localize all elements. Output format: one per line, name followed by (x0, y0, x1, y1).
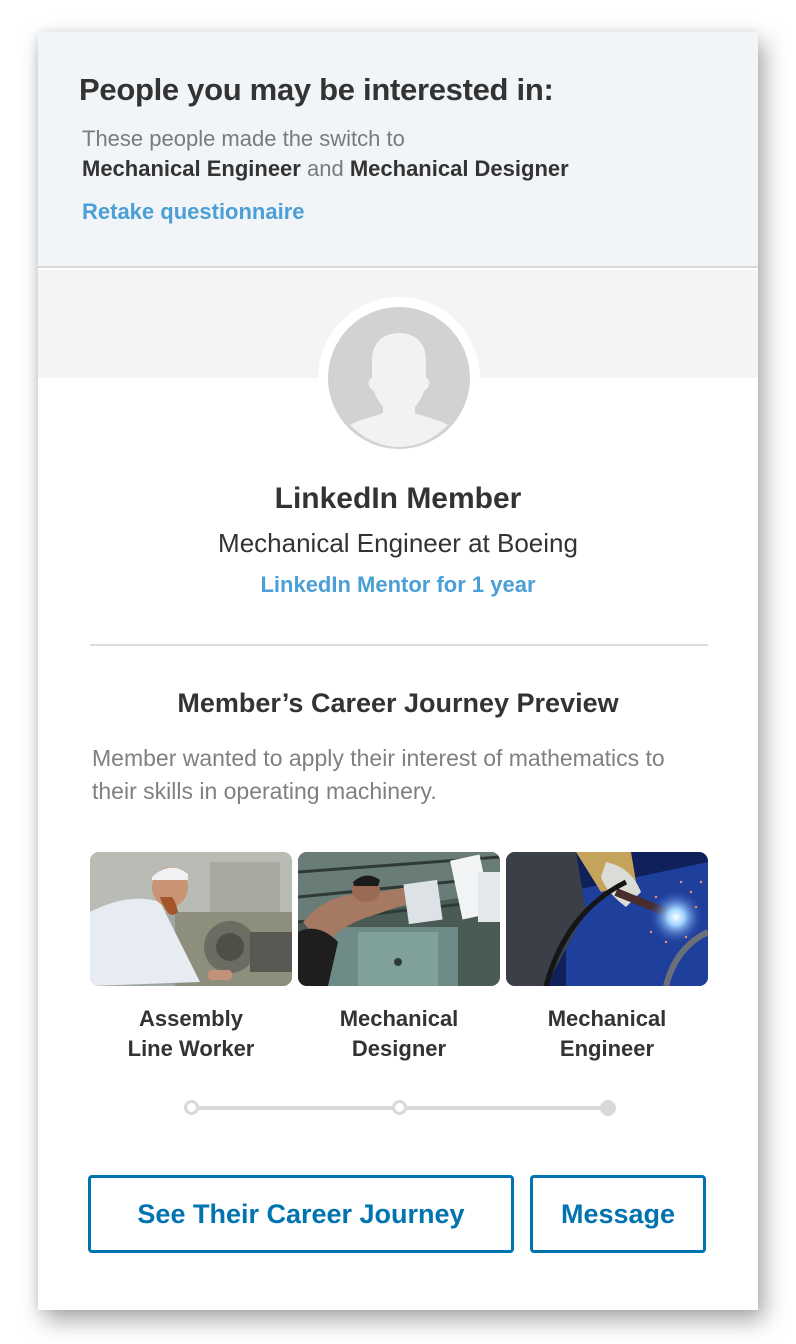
header-title: People you may be interested in: (79, 72, 554, 107)
timeline-dot-past (184, 1100, 199, 1115)
mentor-status-link[interactable]: LinkedIn Mentor for 1 year (38, 572, 758, 598)
subtitle-prefix: These people made the switch to (82, 126, 405, 151)
mentor-suggestion-card: People you may be interested in: These p… (38, 32, 758, 1310)
step-label-3: Mechanical Engineer (547, 1006, 667, 1061)
journey-description: Member wanted to apply their interest of… (92, 745, 665, 804)
lathe-worker-photo (90, 852, 292, 986)
message-button[interactable]: Message (530, 1175, 706, 1253)
timeline-dot-past (392, 1100, 407, 1115)
machine-operator-photo (298, 852, 500, 986)
target-role-a: Mechanical Engineer (82, 156, 301, 181)
avatar[interactable] (328, 307, 470, 449)
member-headline: Mechanical Engineer at Boeing (218, 528, 578, 558)
step-label-1: Assembly Line Worker (127, 1006, 255, 1061)
default-person-icon (350, 333, 448, 447)
section-divider (90, 644, 708, 646)
member-name[interactable]: LinkedIn Member (38, 482, 758, 516)
see-career-journey-button[interactable]: See Their Career Journey (88, 1175, 514, 1253)
welder-photo (506, 852, 708, 986)
timeline-dot-current (600, 1100, 616, 1116)
journey-title: Member’s Career Journey Preview (177, 688, 619, 718)
conjunction: and (306, 156, 344, 181)
header-subtitle: These people made the switch to Mechanic… (82, 124, 569, 184)
suggestions-header: People you may be interested in: These p… (38, 32, 758, 268)
step-label-2: Mechanical Designer (339, 1006, 459, 1061)
target-role-b: Mechanical Designer (349, 156, 569, 181)
retake-questionnaire-link[interactable]: Retake questionnaire (82, 199, 305, 225)
